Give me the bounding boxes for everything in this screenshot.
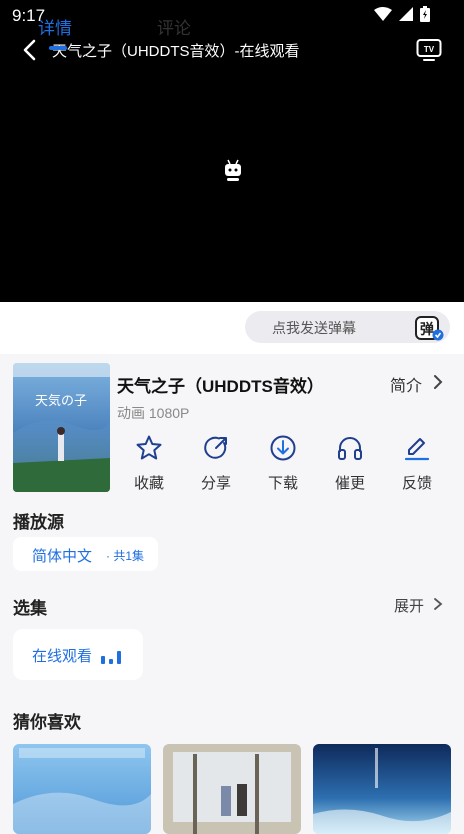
svg-text:天気の子: 天気の子 bbox=[35, 393, 87, 409]
feedback-button[interactable]: 反馈 bbox=[387, 434, 447, 493]
status-icons bbox=[374, 6, 430, 22]
movie-meta: 动画 1080P bbox=[117, 405, 190, 421]
request-update-label: 催更 bbox=[334, 475, 365, 492]
share-label: 分享 bbox=[200, 475, 231, 492]
battery-icon bbox=[420, 6, 430, 22]
episode-item[interactable]: 在线观看 bbox=[13, 629, 143, 680]
share-icon bbox=[204, 436, 227, 459]
share-button[interactable]: 分享 bbox=[186, 434, 246, 493]
chevron-right-icon[interactable] bbox=[432, 597, 444, 611]
cell-signal-icon bbox=[399, 7, 413, 21]
player-title: 天气之子（UHDDTS音效）-在线观看 bbox=[52, 43, 300, 60]
chevron-right-icon[interactable] bbox=[431, 374, 445, 390]
movie-poster[interactable]: 天気の子 bbox=[13, 363, 110, 492]
source-chip-label: 简体中文 bbox=[32, 548, 93, 565]
recommend-heading: 猜你喜欢 bbox=[13, 713, 81, 732]
recommend-card[interactable] bbox=[313, 744, 451, 834]
download-label: 下载 bbox=[267, 475, 298, 492]
movie-title: 天气之子（UHDDTS音效） bbox=[117, 377, 324, 396]
playing-bars-icon bbox=[101, 651, 121, 664]
recommend-card[interactable] bbox=[163, 744, 301, 834]
episodes-heading: 选集 bbox=[13, 599, 47, 618]
svg-text:TV: TV bbox=[424, 45, 435, 54]
expand-link[interactable]: 展开 bbox=[394, 595, 424, 616]
request-update-button[interactable]: 催更 bbox=[320, 434, 380, 493]
headphones-icon bbox=[338, 437, 362, 460]
wifi-icon bbox=[374, 7, 392, 21]
edit-icon bbox=[404, 438, 430, 461]
source-chip-count: · 共1集 bbox=[106, 549, 145, 563]
back-arrow-icon[interactable] bbox=[18, 38, 42, 62]
download-button[interactable]: 下载 bbox=[253, 434, 313, 493]
danmaku-toggle-icon[interactable]: 弹 bbox=[414, 314, 444, 342]
danmaku-placeholder: 点我发送弹幕 bbox=[272, 320, 356, 336]
favorite-button[interactable]: 收藏 bbox=[119, 434, 179, 493]
tv-cast-icon[interactable]: TV bbox=[416, 38, 442, 62]
loading-mascot-icon bbox=[225, 159, 241, 181]
download-icon bbox=[270, 435, 296, 461]
intro-link[interactable]: 简介 bbox=[390, 372, 422, 396]
source-chip[interactable]: 简体中文 · 共1集 bbox=[13, 537, 158, 571]
recommend-card[interactable] bbox=[13, 744, 151, 834]
feedback-label: 反馈 bbox=[401, 475, 432, 492]
danmaku-glyph: 弹 bbox=[420, 321, 434, 338]
favorite-label: 收藏 bbox=[133, 475, 164, 492]
episode-label: 在线观看 bbox=[32, 648, 93, 665]
tab-details[interactable]: 详情 bbox=[38, 14, 72, 39]
star-icon bbox=[136, 435, 162, 460]
source-heading: 播放源 bbox=[13, 513, 64, 532]
active-tab-indicator bbox=[49, 46, 67, 50]
tab-comments[interactable]: 评论 bbox=[157, 14, 191, 39]
